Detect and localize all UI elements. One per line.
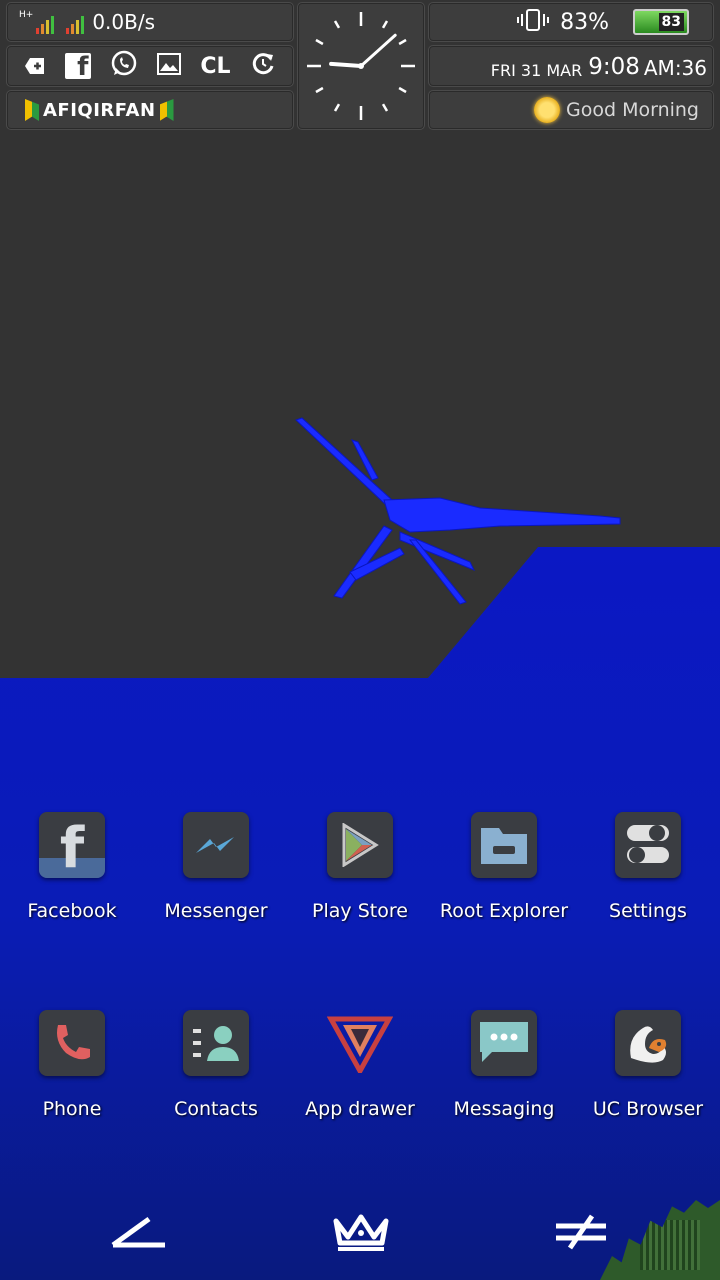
angle-icon (111, 1216, 165, 1248)
net-speed: 0.0B/s (92, 10, 155, 34)
sun-icon (534, 97, 560, 123)
cl-icon[interactable]: CL (200, 54, 230, 79)
signal-icon-2 (66, 10, 85, 34)
clock-tick (381, 20, 389, 29)
app-label: Settings (609, 900, 687, 922)
greeting-text: Good Morning (566, 99, 699, 121)
dock-angle-button[interactable] (106, 1210, 172, 1254)
app-label: Facebook (27, 900, 117, 922)
clock-face (307, 12, 415, 120)
messenger-icon (183, 812, 249, 878)
username-panel: AFIQIRFAN (6, 90, 294, 130)
folder-icon (471, 812, 537, 878)
network-type: H+ (19, 10, 34, 20)
clock-tick (398, 38, 407, 46)
app-messaging[interactable]: Messaging (432, 1010, 576, 1120)
network-panel: H+ 0.0B/s (6, 2, 294, 42)
greeting-panel: Good Morning (428, 90, 714, 130)
battery-percent: 83% (560, 9, 609, 35)
app-facebook[interactable]: f Facebook (0, 812, 144, 922)
beginner-mark-icon (25, 99, 39, 121)
analog-clock[interactable] (297, 2, 425, 130)
date-text: FRI 31 MAR (490, 61, 583, 80)
app-label: Phone (42, 1098, 102, 1120)
battery-icon: 83 (633, 9, 689, 35)
app-label: Contacts (174, 1098, 258, 1120)
app-contacts[interactable]: Contacts (144, 1010, 288, 1120)
toggle-settings-icon (615, 812, 681, 878)
time-text: 9:08 (588, 54, 640, 80)
battery-level: 83 (658, 13, 684, 31)
whatsapp-icon[interactable] (110, 50, 138, 82)
ampm-seconds: AM:36 (643, 56, 707, 80)
refresh-icon[interactable] (250, 51, 276, 81)
app-label: UC Browser (592, 1098, 704, 1120)
username: AFIQIRFAN (43, 99, 156, 121)
signal-icon: H+ (19, 10, 55, 34)
beginner-mark-icon-2 (159, 99, 174, 121)
crown-icon (333, 1214, 389, 1251)
clock-hour-hand (329, 61, 363, 68)
chat-bubble-icon (471, 1010, 537, 1076)
not-equal-icon (556, 1214, 606, 1250)
app-play-store[interactable]: Play Store (288, 812, 432, 922)
uc-browser-icon (615, 1010, 681, 1076)
phone-icon (39, 1010, 105, 1076)
facebook-icon[interactable]: f (65, 53, 92, 80)
app-drawer-icon (327, 1010, 393, 1076)
shortcut-bar: f CL (6, 45, 294, 87)
app-uc-browser[interactable]: UC Browser (576, 1010, 720, 1120)
vibrate-icon (516, 9, 550, 35)
clock-tick (315, 86, 324, 94)
facebook-icon: f (39, 812, 105, 878)
app-label: Root Explorer (439, 900, 569, 922)
app-label: Messaging (453, 1098, 555, 1120)
app-phone[interactable]: Phone (0, 1010, 144, 1120)
clock-tick (398, 86, 407, 94)
app-label: App drawer (305, 1098, 415, 1120)
dock-crown-button[interactable] (328, 1206, 394, 1256)
clock-tick (333, 103, 341, 112)
app-drawer[interactable]: App drawer (288, 1010, 432, 1120)
clock-tick (381, 103, 389, 112)
add-icon[interactable] (24, 56, 46, 76)
app-settings[interactable]: Settings (576, 812, 720, 922)
app-label: Play Store (312, 900, 408, 922)
clock-center (358, 63, 364, 69)
battery-panel: 83% 83 (428, 2, 714, 42)
clock-minute-hand (359, 33, 397, 68)
contacts-icon (183, 1010, 249, 1076)
app-messenger[interactable]: Messenger (144, 812, 288, 922)
gallery-icon[interactable] (157, 53, 182, 79)
clock-tick (315, 38, 324, 46)
clock-tick (333, 20, 341, 29)
dock-not-equal-button[interactable] (548, 1210, 614, 1254)
play-store-icon (327, 812, 393, 878)
app-label: Messenger (164, 900, 268, 922)
app-root-explorer[interactable]: Root Explorer (432, 812, 576, 922)
datetime-panel: FRI 31 MAR 9:08 AM:36 (428, 45, 714, 87)
